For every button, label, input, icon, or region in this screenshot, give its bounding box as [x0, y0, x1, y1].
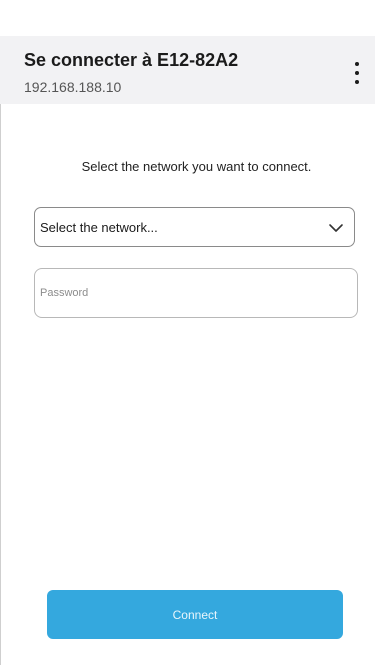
content-edge-divider — [0, 104, 1, 665]
app-header: Se connecter à E12-82A2 192.168.188.10 — [0, 36, 375, 104]
connect-button[interactable]: Connect — [47, 590, 343, 639]
device-ip-address: 192.168.188.10 — [24, 79, 122, 95]
chevron-down-icon — [329, 224, 343, 232]
menu-dot — [355, 80, 359, 84]
network-select-value: Select the network... — [40, 220, 158, 235]
page-title: Se connecter à E12-82A2 — [24, 50, 239, 70]
connect-screen: Se connecter à E12-82A2 192.168.188.10 S… — [0, 0, 375, 665]
menu-dot — [355, 71, 359, 75]
network-instruction: Select the network you want to connect. — [81, 159, 312, 174]
password-input[interactable] — [34, 268, 358, 318]
menu-dot — [355, 62, 359, 66]
more-vertical-icon[interactable] — [349, 62, 365, 84]
network-select[interactable]: Select the network... — [34, 207, 355, 247]
status-bar-area — [0, 0, 375, 36]
